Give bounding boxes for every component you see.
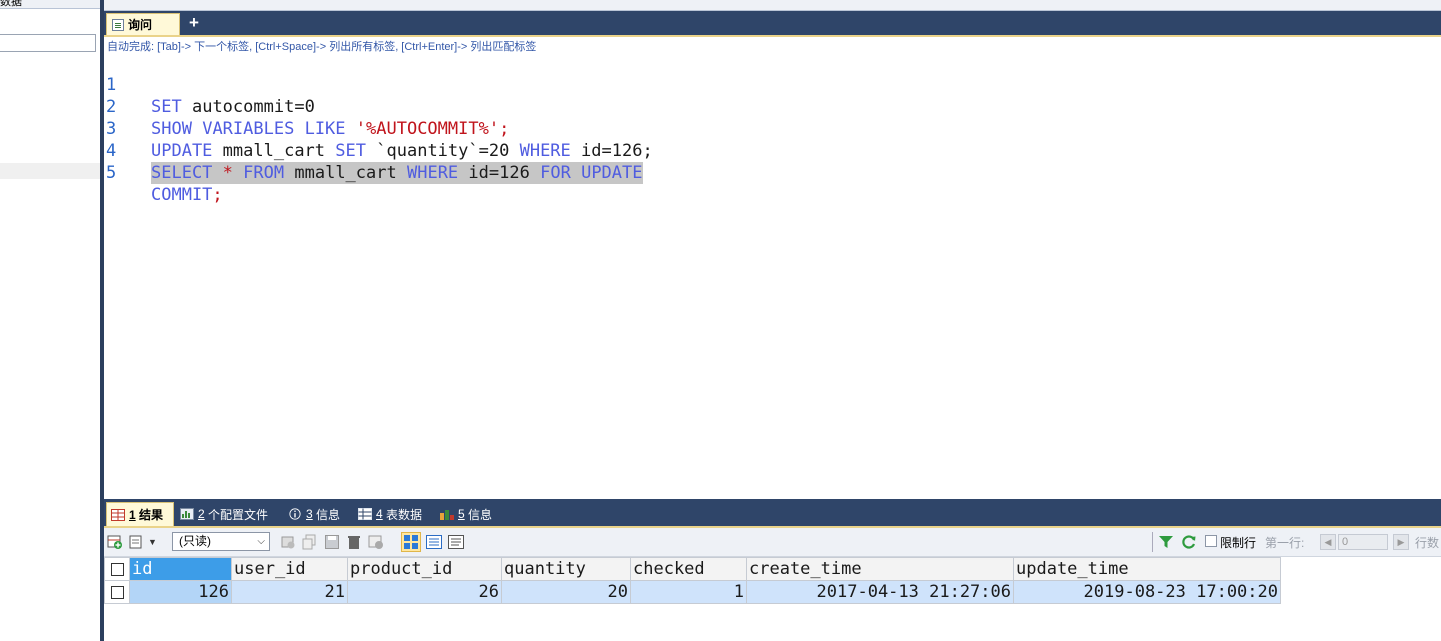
tab-info-label: 信息 [316, 507, 341, 522]
profile-icon [180, 508, 194, 520]
code-line[interactable]: 2 SHOW VARIABLES LIKE '%AUTOCOMMIT%'; [104, 74, 1441, 139]
copy-row-icon[interactable] [302, 534, 318, 550]
table-row[interactable]: 126 21 26 20 1 2017-04-13 21:27:06 2019-… [104, 580, 1281, 604]
column-header-create-time[interactable]: create_time [746, 557, 1014, 581]
results-tab-bar: 1 结果 2 个配置文件 3 信息 4 表数据 5 信息 [104, 499, 1441, 526]
row-select-cell[interactable] [104, 580, 130, 604]
tab-profile-number: 2 [198, 507, 205, 521]
cell-product-id[interactable]: 26 [347, 580, 502, 604]
cell-update-time[interactable]: 2019-08-23 17:00:20 [1013, 580, 1281, 604]
chevron-down-icon[interactable]: ▼ [148, 537, 157, 547]
tab-result-label: 结果 [139, 508, 164, 522]
column-header-product-id[interactable]: product_id [347, 557, 502, 581]
message-icon [440, 510, 454, 520]
tab-table-data-label: 表数据 [386, 507, 423, 522]
select-all-cell[interactable] [104, 557, 130, 581]
text-view-icon[interactable] [448, 534, 464, 550]
export-icon[interactable] [129, 534, 145, 550]
sql-editor[interactable]: 1 SET autocommit=0 2 SHOW VARIABLES LIKE… [104, 52, 1441, 205]
grid-result-icon [111, 508, 125, 521]
code-line[interactable]: 3 UPDATE mmall_cart SET `quantity`=20 WH… [104, 96, 1441, 161]
cancel-changes-icon[interactable] [368, 534, 384, 550]
tab-profile-label: 个配置文件 [208, 507, 269, 522]
tab-result-number: 1 [129, 507, 136, 522]
object-browser-title: 数据 [0, 0, 22, 8]
code-text-selected: SELECT * FROM mmall_cart WHERE id=126 FO… [151, 162, 643, 184]
tab-result[interactable]: 1 结果 [106, 502, 174, 526]
table-data-icon [358, 508, 372, 520]
tab-info[interactable]: 3 信息 [284, 502, 340, 526]
add-row-icon[interactable] [107, 534, 123, 550]
limit-rows-label: 限制行 [1220, 536, 1257, 550]
object-filter-input[interactable] [0, 34, 96, 52]
tab-query[interactable]: 询问 [106, 13, 180, 35]
row-checkbox[interactable] [110, 585, 124, 599]
column-header-checked[interactable]: checked [630, 557, 747, 581]
form-view-icon[interactable] [426, 534, 442, 550]
results-toolbar: ▼ (只读) ⌵ 限制行 第一行: ◀ 0 ▶ 行数 [104, 528, 1441, 557]
dropdown-arrow-icon: ⌵ [257, 536, 265, 547]
toolbar-separator [1152, 532, 1153, 552]
tab-query-label: 询问 [128, 18, 153, 32]
line-number: 5 [106, 163, 117, 183]
query-document-icon [112, 18, 124, 31]
grid-header-row: id user_id product_id quantity checked c… [104, 557, 1281, 581]
tab-message-label: 信息 [468, 507, 493, 522]
code-line[interactable]: 1 SET autocommit=0 [104, 52, 1441, 117]
limit-rows-checkbox[interactable] [1205, 535, 1217, 547]
insert-row-icon[interactable] [280, 534, 296, 550]
tab-underline [104, 35, 1441, 37]
cell-checked[interactable]: 1 [630, 580, 747, 604]
tab-profile[interactable]: 2 个配置文件 [176, 502, 268, 526]
cell-user-id[interactable]: 21 [231, 580, 348, 604]
save-icon[interactable] [324, 534, 340, 550]
previous-page-button[interactable]: ◀ [1320, 534, 1336, 550]
tab-table-data-number: 4 [376, 507, 383, 521]
cell-id[interactable]: 126 [129, 580, 232, 604]
cell-quantity[interactable]: 20 [501, 580, 631, 604]
refresh-icon[interactable] [1181, 534, 1197, 550]
next-page-button[interactable]: ▶ [1393, 534, 1409, 550]
column-header-update-time[interactable]: update_time [1013, 557, 1281, 581]
grid-view-icon[interactable] [401, 532, 421, 552]
new-tab-button[interactable]: + [184, 13, 204, 35]
result-grid[interactable]: id user_id product_id quantity checked c… [104, 557, 1281, 604]
column-header-user-id[interactable]: user_id [231, 557, 348, 581]
first-row-label: 第一行: [1265, 536, 1305, 550]
query-tab-bar: 询问 + [104, 11, 1441, 35]
first-row-input[interactable]: 0 [1338, 534, 1388, 550]
tab-info-number: 3 [306, 507, 313, 521]
code-line-selected[interactable]: 4 SELECT * FROM mmall_cart WHERE id=126 … [104, 118, 1441, 184]
cell-create-time[interactable]: 2017-04-13 21:27:06 [746, 580, 1014, 604]
delete-icon[interactable] [346, 534, 362, 550]
code-text: COMMIT; [151, 185, 223, 205]
object-browser-header: 数据 [0, 0, 100, 9]
tab-message[interactable]: 5 信息 [436, 502, 492, 526]
info-icon [289, 508, 301, 520]
filter-icon[interactable] [1158, 534, 1174, 550]
editor-top-strip [104, 0, 1441, 11]
tab-table-data[interactable]: 4 表数据 [354, 502, 422, 526]
column-header-quantity[interactable]: quantity [501, 557, 631, 581]
tab-message-number: 5 [458, 507, 465, 521]
result-mode-value: (只读) [179, 534, 211, 548]
object-browser-panel: 数据 [0, 0, 100, 641]
object-browser-selected-row[interactable] [0, 163, 100, 179]
select-all-checkbox[interactable] [110, 562, 124, 576]
code-line[interactable]: 5 COMMIT; [104, 140, 1441, 205]
rows-count-label: 行数 [1415, 536, 1440, 550]
result-mode-select[interactable]: (只读) ⌵ [172, 532, 270, 551]
column-header-id[interactable]: id [129, 557, 232, 581]
